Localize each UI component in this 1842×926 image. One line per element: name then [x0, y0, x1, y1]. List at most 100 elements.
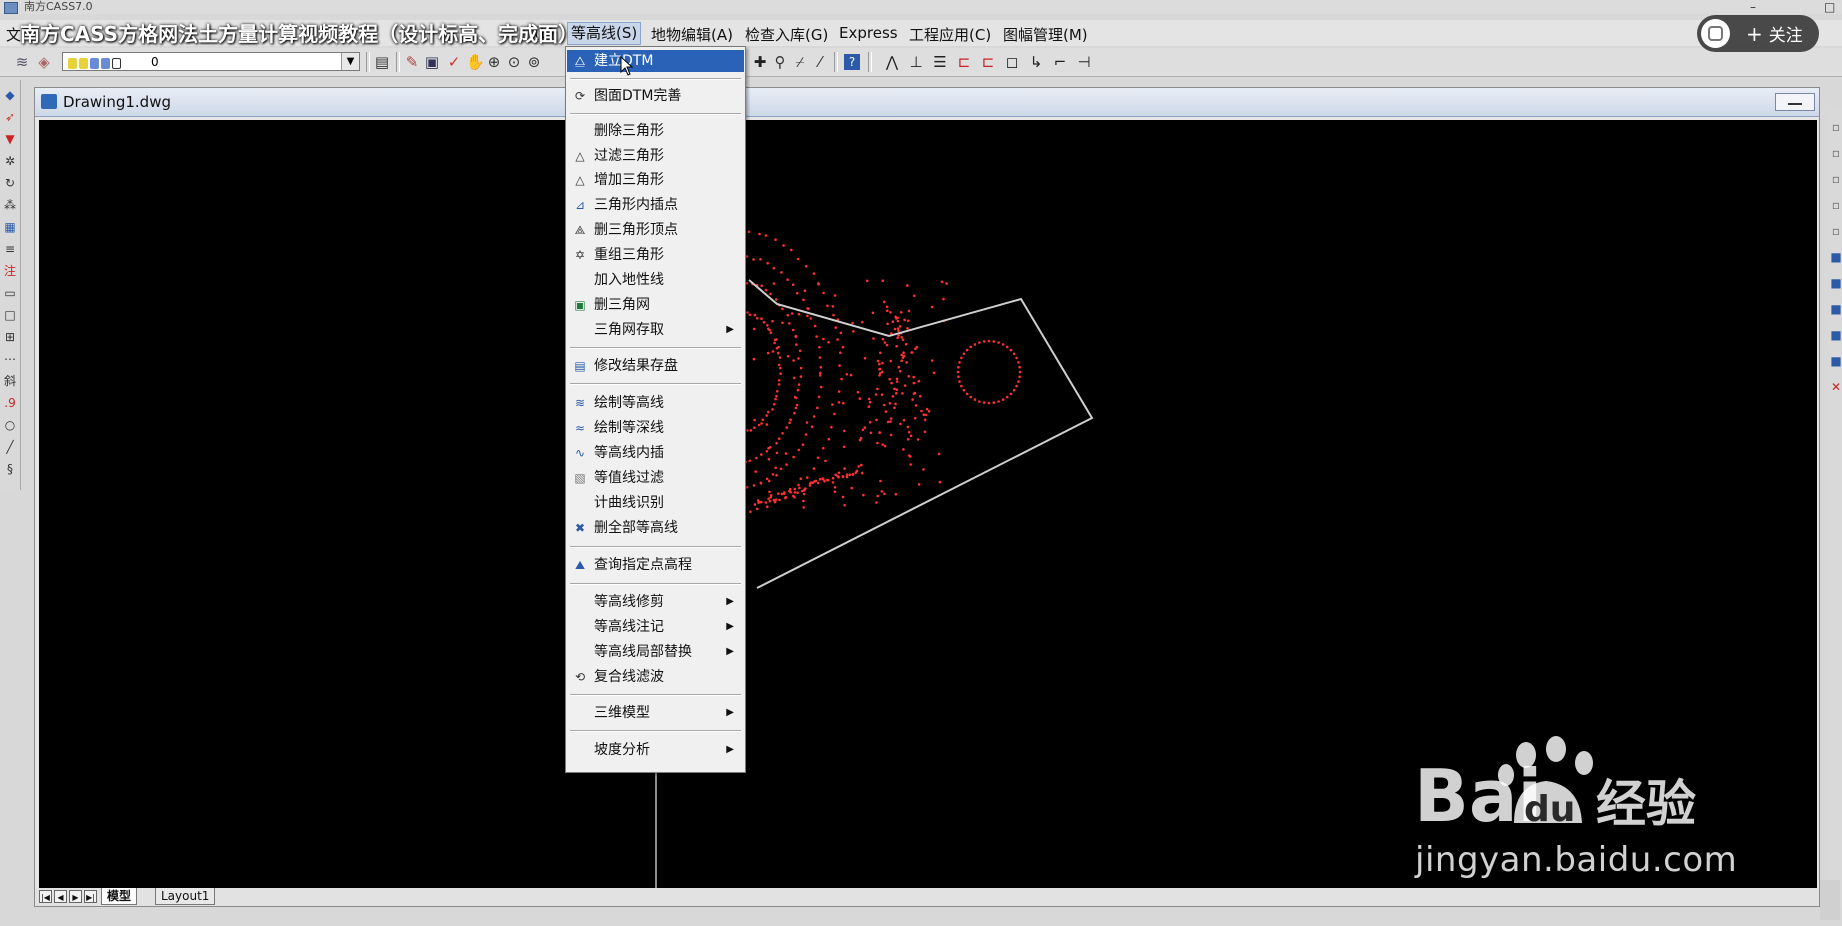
dim-linear-icon[interactable]: ⊥: [908, 54, 924, 70]
dim-angle-icon[interactable]: ⋀: [884, 54, 900, 70]
gear-icon[interactable]: ✲: [3, 154, 17, 168]
leader-icon[interactable]: ↳: [1028, 54, 1044, 70]
tab-layout1[interactable]: Layout1: [155, 888, 216, 905]
menu-item-build-dtm[interactable]: ⧋ 建立DTM: [567, 50, 744, 72]
menu-item-contour-label[interactable]: 等高线注记 ▶: [567, 616, 744, 638]
dim-ordinate-icon[interactable]: ◻: [1004, 54, 1020, 70]
tool-g-icon[interactable]: ■: [1829, 276, 1842, 290]
dots-icon[interactable]: ⋯: [3, 352, 17, 366]
rectangle-icon[interactable]: ▭: [3, 286, 17, 300]
scrollbar[interactable]: [1820, 880, 1840, 920]
follow-button[interactable]: + 关注: [1697, 15, 1819, 52]
menu-item-contour-replace[interactable]: 等高线局部替换 ▶: [567, 641, 744, 663]
layer-states-icon[interactable]: ≋: [14, 54, 30, 70]
menu-item-query-elevation[interactable]: ⛰ 查询指定点高程: [567, 554, 744, 576]
dim-aligned-icon[interactable]: ☰: [932, 54, 948, 70]
tab-model[interactable]: 模型: [101, 888, 138, 905]
menu-item-index-contour[interactable]: 计曲线识别: [567, 492, 744, 514]
prev-tab-button[interactable]: ◀: [54, 890, 67, 903]
tool-b-icon[interactable]: ▫: [1829, 146, 1842, 160]
menu-item-tin-access[interactable]: 三角网存取 ▶: [567, 319, 744, 341]
hatch-icon[interactable]: ≡: [3, 242, 17, 256]
frame-icon[interactable]: □: [3, 308, 17, 322]
draw-arrow-icon[interactable]: ➶: [3, 110, 17, 124]
zoom-window-icon[interactable]: ⊙: [506, 54, 522, 70]
menu-express[interactable]: Express: [839, 24, 898, 42]
menu-item-3d-model[interactable]: 三维模型 ▶: [567, 702, 744, 724]
grid-icon[interactable]: ⁂: [3, 198, 17, 212]
point-tool-icon[interactable]: ⚲: [772, 54, 788, 70]
pan-icon[interactable]: ✋: [466, 54, 485, 70]
layer-manager-icon[interactable]: ◈: [36, 54, 52, 70]
next-tab-button[interactable]: ▶: [69, 890, 82, 903]
tool-i-icon[interactable]: ■: [1829, 328, 1842, 342]
menu-item-refresh-dtm[interactable]: ⟳ 图面DTM完善: [567, 85, 744, 107]
menu-item-add-triangle[interactable]: △ 增加三角形: [567, 169, 744, 191]
menu-sheet-manage[interactable]: 图幅管理(M): [1003, 24, 1088, 45]
menu-item-draw-isobath[interactable]: ≈ 绘制等深线: [567, 417, 744, 439]
menu-item-contour-interp[interactable]: ∿ 等高线内插: [567, 442, 744, 464]
annotate-icon[interactable]: 注: [3, 264, 17, 278]
menu-feature-edit[interactable]: 地物编辑(A): [651, 24, 733, 45]
minimize-button[interactable]: –: [1750, 0, 1756, 14]
fence-icon[interactable]: ⊞: [3, 330, 17, 344]
dim-continue-icon[interactable]: ⊏: [980, 54, 996, 70]
check-icon[interactable]: ✓: [446, 54, 462, 70]
menu-item-filter-triangle[interactable]: △ 过滤三角形: [567, 145, 744, 167]
tool-f-icon[interactable]: ■: [1829, 250, 1842, 264]
elevation-point-icon[interactable]: .9: [3, 396, 17, 410]
menu-item-interpolate[interactable]: ⊿ 三角形内插点: [567, 194, 744, 216]
circle-icon[interactable]: ○: [3, 418, 17, 432]
menu-item-contour-filter[interactable]: ▧ 等值线过滤: [567, 467, 744, 489]
help-icon[interactable]: ?: [844, 54, 860, 70]
rotate-icon[interactable]: ↻: [3, 176, 17, 190]
layer-icon[interactable]: ▦: [3, 220, 17, 234]
slope-icon[interactable]: 斜: [3, 374, 17, 388]
chevron-down-icon[interactable]: ▼: [341, 53, 359, 70]
menu-item-delete-tin[interactable]: ▣ 删三角网: [567, 294, 744, 316]
tool-c-icon[interactable]: ▫: [1829, 172, 1842, 186]
survey-point: [818, 477, 822, 481]
menu-item-delete-triangle[interactable]: 删除三角形: [567, 120, 744, 142]
tool-j-icon[interactable]: ■: [1829, 354, 1842, 368]
zoom-previous-icon[interactable]: ⊚: [526, 54, 542, 70]
elevation-note-icon[interactable]: ▼: [3, 132, 17, 146]
last-tab-button[interactable]: ▶|: [84, 890, 97, 903]
drawing-minimize-button[interactable]: [1775, 93, 1815, 111]
plus-tool-icon[interactable]: ✚: [752, 54, 768, 70]
menu-item-draw-contour[interactable]: ≋ 绘制等高线: [567, 392, 744, 414]
tool-a-icon[interactable]: ▫: [1829, 120, 1842, 134]
maximize-button[interactable]: □: [1824, 0, 1835, 14]
line-extend-icon[interactable]: ⁄: [812, 54, 828, 70]
menu-item-delete-all-contours[interactable]: ✖ 删全部等高线: [567, 517, 744, 539]
menu-engineering[interactable]: 工程应用(C): [909, 24, 991, 45]
curve-icon[interactable]: §: [3, 462, 17, 476]
menu-item-slope-analysis[interactable]: 坡度分析 ▶: [567, 739, 744, 761]
center-mark-icon[interactable]: ⊣: [1076, 54, 1092, 70]
menu-check-import[interactable]: 检查入库(G): [745, 24, 828, 45]
menu-file[interactable]: 文: [6, 24, 21, 45]
menu-item-contour-trim[interactable]: 等高线修剪 ▶: [567, 591, 744, 613]
menu-item-add-breakline[interactable]: 加入地性线: [567, 269, 744, 291]
dim-baseline-icon[interactable]: ⊏: [956, 54, 972, 70]
menu-item-delete-vertex[interactable]: ⟁ 删三角形顶点: [567, 219, 744, 241]
first-tab-button[interactable]: |◀: [39, 890, 52, 903]
zoom-realtime-icon[interactable]: ⊕: [486, 54, 502, 70]
tool-d-icon[interactable]: ▫: [1829, 198, 1842, 212]
tool-h-icon[interactable]: ■: [1829, 302, 1842, 316]
pen-icon[interactable]: ✎: [404, 54, 420, 70]
tool-e-icon[interactable]: ▫: [1829, 224, 1842, 238]
refresh-dtm-icon: ⟳: [574, 89, 586, 103]
close-icon[interactable]: ✕: [1829, 380, 1842, 394]
properties-icon[interactable]: ▤: [374, 54, 390, 70]
menu-item-save-result[interactable]: ▤ 修改结果存盘: [567, 355, 744, 377]
line-icon[interactable]: ╱: [3, 440, 17, 454]
menu-contour[interactable]: 等高线(S): [567, 22, 642, 45]
draw-point-icon[interactable]: ◆: [3, 88, 17, 102]
layer-select[interactable]: 0 ▼: [62, 52, 360, 71]
line-break-icon[interactable]: ⌿: [792, 54, 808, 70]
menu-item-rebuild-triangle[interactable]: ✡ 重组三角形: [567, 244, 744, 266]
menu-item-polyline-filter[interactable]: ⟲ 复合线滤波: [567, 666, 744, 688]
save-icon[interactable]: ▣: [424, 54, 440, 70]
tolerance-icon[interactable]: ⌐: [1052, 54, 1068, 70]
